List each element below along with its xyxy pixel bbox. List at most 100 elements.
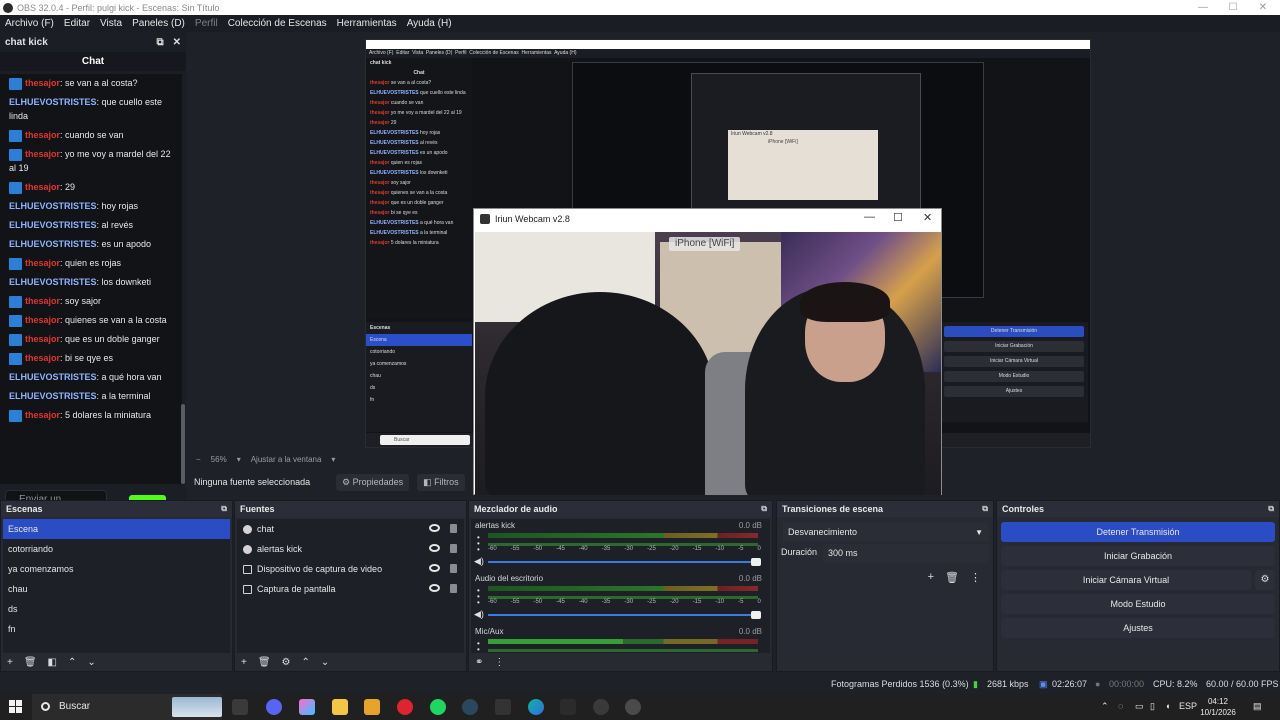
duration-input[interactable]: 300 ms ⌃⌄ bbox=[823, 544, 1003, 563]
chat-username[interactable]: ELHUEVOSTRISTES bbox=[9, 220, 97, 230]
link-icon[interactable]: ⚭ bbox=[475, 657, 483, 668]
task-view-icon[interactable] bbox=[232, 699, 248, 715]
add-icon[interactable]: + bbox=[241, 657, 247, 668]
menu-file[interactable]: Archivo (F) bbox=[0, 18, 59, 29]
move-down-icon[interactable]: ⌄ bbox=[87, 657, 95, 668]
volume-slider-knob[interactable] bbox=[751, 558, 761, 566]
chat-username[interactable]: thesajor bbox=[25, 296, 60, 306]
maximize-button[interactable]: ☐ bbox=[1216, 0, 1250, 15]
menu-edit[interactable]: Editar bbox=[59, 18, 95, 29]
edge-icon[interactable] bbox=[528, 699, 544, 715]
chat-username[interactable]: thesajor bbox=[25, 353, 60, 363]
spotify-icon[interactable] bbox=[430, 699, 446, 715]
scene-item[interactable]: fn bbox=[3, 619, 230, 639]
popout-icon[interactable]: ⧉ bbox=[1268, 501, 1274, 517]
transition-select[interactable]: Desvanecimiento ▼ bbox=[783, 523, 989, 542]
add-icon[interactable]: + bbox=[928, 571, 934, 584]
preview-canvas[interactable]: Archivo (F) Editar Vista Paneles (D) Per… bbox=[188, 32, 1280, 495]
visibility-eye-icon[interactable] bbox=[429, 544, 440, 552]
chat-username[interactable]: thesajor bbox=[25, 130, 60, 140]
move-down-icon[interactable]: ⌄ bbox=[321, 657, 329, 668]
sources-list[interactable]: chat alertas kick Dispositivo de captura d… bbox=[237, 519, 464, 653]
move-up-icon[interactable]: ⌃ bbox=[302, 657, 310, 668]
chat-username[interactable]: ELHUEVOSTRISTES bbox=[9, 97, 97, 107]
trash-icon[interactable]: 🗑 bbox=[945, 571, 959, 584]
visibility-eye-icon[interactable] bbox=[429, 524, 440, 532]
move-up-icon[interactable]: ⌃ bbox=[68, 657, 76, 668]
volume-slider[interactable] bbox=[488, 558, 761, 566]
notification-icon[interactable]: ▤ bbox=[1253, 701, 1262, 712]
source-item[interactable]: Captura de pantalla bbox=[237, 579, 464, 599]
gear-icon[interactable]: ⚙ bbox=[282, 657, 291, 668]
zoom-caret-icon[interactable]: ▾ bbox=[237, 455, 241, 464]
volume-slider-knob[interactable] bbox=[751, 611, 761, 619]
chat-username[interactable]: ELHUEVOSTRISTES bbox=[9, 239, 97, 249]
more-icon[interactable]: ⋮ bbox=[494, 657, 504, 668]
menu-help[interactable]: Ayuda (H) bbox=[402, 18, 457, 29]
more-icon[interactable]: ⋮ bbox=[970, 571, 981, 584]
start-virtual-camera-button[interactable]: Iniciar Cámara Virtual bbox=[1001, 570, 1251, 590]
menu-scene-collection[interactable]: Colección de Escenas bbox=[223, 18, 332, 29]
popout-icon[interactable]: ⧉ bbox=[156, 37, 163, 48]
channel-menu-icon[interactable]: ••• bbox=[477, 640, 480, 654]
chat-username[interactable]: thesajor bbox=[25, 149, 60, 159]
obs-taskbar-icon[interactable] bbox=[593, 699, 609, 715]
menu-tools[interactable]: Herramientas bbox=[332, 18, 402, 29]
menu-profile[interactable]: Perfil bbox=[190, 18, 223, 29]
discord-icon[interactable] bbox=[266, 699, 282, 715]
visibility-eye-icon[interactable] bbox=[429, 584, 440, 592]
zoom-out-button[interactable]: − bbox=[196, 455, 201, 464]
chat-username[interactable]: ELHUEVOSTRISTES bbox=[9, 391, 97, 401]
menu-docks[interactable]: Paneles (D) bbox=[127, 18, 190, 29]
tray-volume-icon[interactable]: ◖ bbox=[1165, 701, 1170, 711]
channel-menu-icon[interactable]: ••• bbox=[477, 587, 480, 607]
chat-scrollbar[interactable] bbox=[181, 404, 185, 484]
scene-item[interactable]: ya comenzamos bbox=[3, 559, 230, 579]
close-button[interactable]: ✕ bbox=[1246, 0, 1280, 15]
close-icon[interactable]: ✕ bbox=[173, 37, 181, 48]
tray-network-icon[interactable]: ◌ bbox=[1118, 701, 1123, 711]
scene-item[interactable]: chau bbox=[3, 579, 230, 599]
chat-username[interactable]: thesajor bbox=[25, 334, 60, 344]
popout-icon[interactable]: ⧉ bbox=[761, 501, 767, 517]
lock-icon[interactable] bbox=[450, 564, 457, 573]
visibility-eye-icon[interactable] bbox=[429, 564, 440, 572]
chat-username[interactable]: ELHUEVOSTRISTES bbox=[9, 201, 97, 211]
menu-view[interactable]: Vista bbox=[95, 18, 127, 29]
source-item[interactable]: Dispositivo de captura de video bbox=[237, 559, 464, 579]
volume-slider[interactable] bbox=[488, 611, 761, 619]
chat-username[interactable]: thesajor bbox=[25, 258, 60, 268]
fit-caret-icon[interactable]: ▾ bbox=[331, 455, 335, 464]
scenes-list[interactable]: Escena cotorriando ya comenzamos chau ds fn bbox=[3, 519, 230, 653]
chat-username[interactable]: ELHUEVOSTRISTES bbox=[9, 372, 97, 382]
minimize-button[interactable]: — bbox=[1186, 0, 1220, 15]
start-recording-button[interactable]: Iniciar Grabación bbox=[1001, 546, 1275, 566]
fit-to-window-button[interactable]: Ajustar a la ventana bbox=[251, 455, 322, 464]
language-indicator[interactable]: ESP bbox=[1179, 701, 1197, 711]
tray-mic-icon[interactable]: ▯ bbox=[1150, 701, 1155, 712]
add-icon[interactable]: + bbox=[7, 657, 13, 668]
taskbar-clock[interactable]: 04:12 10/1/2026 bbox=[1198, 696, 1238, 718]
gear-icon[interactable]: ⚙ bbox=[1255, 570, 1275, 590]
chat-username[interactable]: thesajor bbox=[25, 315, 60, 325]
studio-mode-button[interactable]: Modo Estudio bbox=[1001, 594, 1275, 614]
speaker-icon[interactable]: ◀) bbox=[474, 609, 484, 620]
chat-username[interactable]: ELHUEVOSTRISTES bbox=[9, 277, 97, 287]
popout-icon[interactable]: ⧉ bbox=[221, 501, 227, 517]
source-item[interactable]: chat bbox=[237, 519, 464, 539]
audio-app-icon[interactable] bbox=[560, 699, 576, 715]
chat-message-list[interactable]: thesajor: se van a al costa? ELHUEVOSTRIS… bbox=[0, 74, 182, 484]
copilot-icon[interactable] bbox=[299, 699, 315, 715]
filter-icon[interactable]: ◧ bbox=[48, 657, 57, 668]
chat-username[interactable]: thesajor bbox=[25, 182, 60, 192]
scene-item[interactable]: ds bbox=[3, 599, 230, 619]
source-item[interactable]: alertas kick bbox=[237, 539, 464, 559]
tray-chevron-icon[interactable]: ⌃ bbox=[1101, 701, 1109, 712]
store-icon[interactable] bbox=[364, 699, 380, 715]
trash-icon[interactable]: 🗑 bbox=[258, 657, 271, 668]
trash-icon[interactable]: 🗑 bbox=[24, 657, 37, 668]
filters-button[interactable]: ◧ Filtros bbox=[417, 473, 465, 491]
stop-streaming-button[interactable]: Detener Transmisión bbox=[1001, 522, 1275, 542]
lock-icon[interactable] bbox=[450, 524, 457, 533]
taskbar-search[interactable]: Buscar bbox=[32, 694, 222, 720]
